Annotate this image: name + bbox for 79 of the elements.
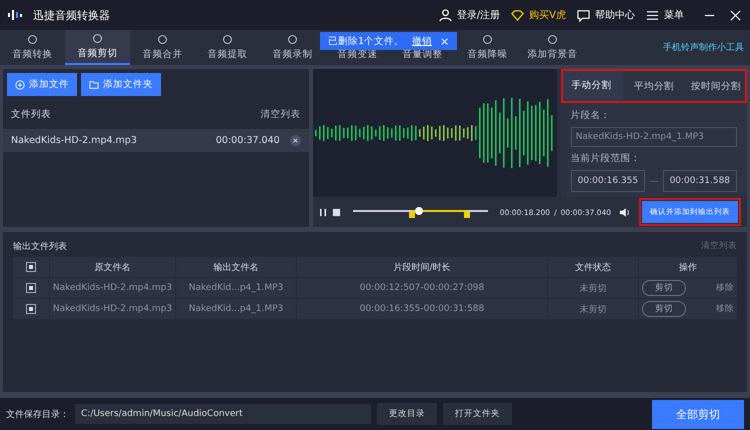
file-duration: 00:00:37.040	[216, 135, 280, 146]
table-cell: NakedKid...p4_1.MP3	[176, 278, 297, 298]
range-handle[interactable]	[409, 212, 416, 218]
toast-close-button[interactable]: ×	[440, 34, 450, 48]
diamond-icon	[511, 8, 524, 22]
table-cell: 未剪切	[548, 278, 639, 298]
seek-thumb[interactable]	[414, 207, 423, 215]
remove-icon[interactable]	[290, 135, 301, 146]
segment-name-label: 片段名：	[570, 109, 612, 122]
column-header: 片段时间/时长	[297, 257, 548, 277]
table-cell: 未剪切	[548, 299, 639, 319]
output-list-title: 输出文件列表	[13, 240, 67, 253]
nav-tab[interactable]: 音频转换	[0, 30, 65, 65]
ringtone-tool-link[interactable]: 手机铃声制作小工具	[663, 41, 744, 54]
chat-icon	[577, 8, 590, 22]
table-cell: 00:00:16:355-00:00:31:588	[297, 299, 548, 319]
row-checkbox[interactable]	[26, 283, 36, 293]
file-name: NakedKids-HD-2.mp4.mp3	[11, 135, 137, 146]
split-mode-tab[interactable]: 按时间分割	[684, 69, 748, 103]
undo-link[interactable]: 撤销	[412, 34, 432, 48]
range-label: 当前片段范围：	[570, 152, 642, 165]
column-header: 输出文件名	[176, 257, 297, 277]
cut-button[interactable]: 剪切	[642, 280, 686, 296]
range-start-field[interactable]: 00:00:16.355	[570, 170, 646, 192]
login-link[interactable]: 登录/注册	[456, 8, 500, 22]
file-row[interactable]: NakedKids-HD-2.mp4.mp3 00:00:37.040	[3, 129, 309, 152]
nav-tab[interactable]: 音频录制	[260, 30, 325, 65]
table-cell: NakedKid...p4_1.MP3	[176, 299, 297, 319]
folder-icon	[89, 80, 99, 90]
close-icon[interactable]	[729, 8, 742, 22]
nav-tab[interactable]: 音频剪切	[65, 30, 130, 65]
open-folder-button[interactable]: 打开文件夹	[443, 403, 512, 425]
cut-all-button[interactable]: 全部剪切	[652, 400, 744, 428]
range-dash: —	[649, 176, 659, 186]
change-dir-button[interactable]: 更改目录	[377, 403, 437, 425]
circle-icon	[92, 33, 103, 44]
toast-message: 已删除1个文件。	[328, 34, 404, 48]
range-end-field[interactable]: 00:00:31.588	[662, 170, 737, 192]
app-title: 迅捷音频转换器	[33, 8, 110, 22]
nav-tab[interactable]: 音频提取	[195, 30, 260, 65]
remove-link[interactable]: 移除	[716, 303, 734, 315]
column-header: 原文件名	[50, 257, 176, 277]
plus-circle-icon	[15, 80, 25, 90]
clear-list-link[interactable]: 清空列表	[260, 108, 301, 121]
circle-icon	[27, 34, 38, 45]
add-folder-button[interactable]: 添加文件夹	[81, 73, 161, 96]
column-header: 操作	[678, 262, 698, 274]
file-list-title: 文件列表	[11, 108, 51, 121]
menu-icon	[646, 8, 659, 22]
buy-vip-link[interactable]: 购买V虎	[529, 8, 566, 22]
column-header: 文件状态	[548, 257, 639, 277]
nav-tab[interactable]: 添加背景音	[520, 30, 585, 65]
remove-link[interactable]: 移除	[716, 282, 734, 294]
user-icon	[438, 8, 452, 22]
row-checkbox[interactable]	[26, 304, 36, 314]
add-file-button[interactable]: 添加文件	[7, 73, 77, 96]
split-mode-tab[interactable]: 平均分割	[622, 69, 685, 103]
table-cell: 00:00:12:507-00:00:27:098	[297, 278, 548, 298]
range-handle[interactable]	[464, 212, 470, 218]
circle-icon	[222, 34, 233, 45]
save-path-field[interactable]: C:/Users/admin/Music/AudioConvert	[75, 404, 371, 424]
save-dir-label: 文件保存目录：	[6, 408, 69, 420]
help-link[interactable]: 帮助中心	[595, 8, 635, 22]
circle-icon	[157, 34, 168, 45]
menu-link[interactable]: 菜单	[664, 8, 684, 22]
nav-tab[interactable]: 音频降噪	[455, 30, 520, 65]
segment-name-field[interactable]: NakedKids-HD-2.mp4_1.MP3	[570, 127, 737, 147]
volume-icon[interactable]	[619, 206, 631, 218]
circle-icon	[482, 34, 493, 45]
circle-icon	[287, 34, 298, 45]
stop-icon[interactable]	[332, 208, 341, 216]
table-cell: NakedKids-HD-2.mp4.mp3	[50, 299, 176, 319]
table-cell: NakedKids-HD-2.mp4.mp3	[50, 278, 176, 298]
select-all-checkbox[interactable]	[26, 262, 36, 272]
logo-icon	[8, 9, 24, 21]
cut-button[interactable]: 剪切	[642, 301, 686, 317]
nav-tab[interactable]: 音频合并	[130, 30, 195, 65]
circle-icon	[547, 34, 558, 45]
pause-icon[interactable]	[318, 208, 328, 216]
